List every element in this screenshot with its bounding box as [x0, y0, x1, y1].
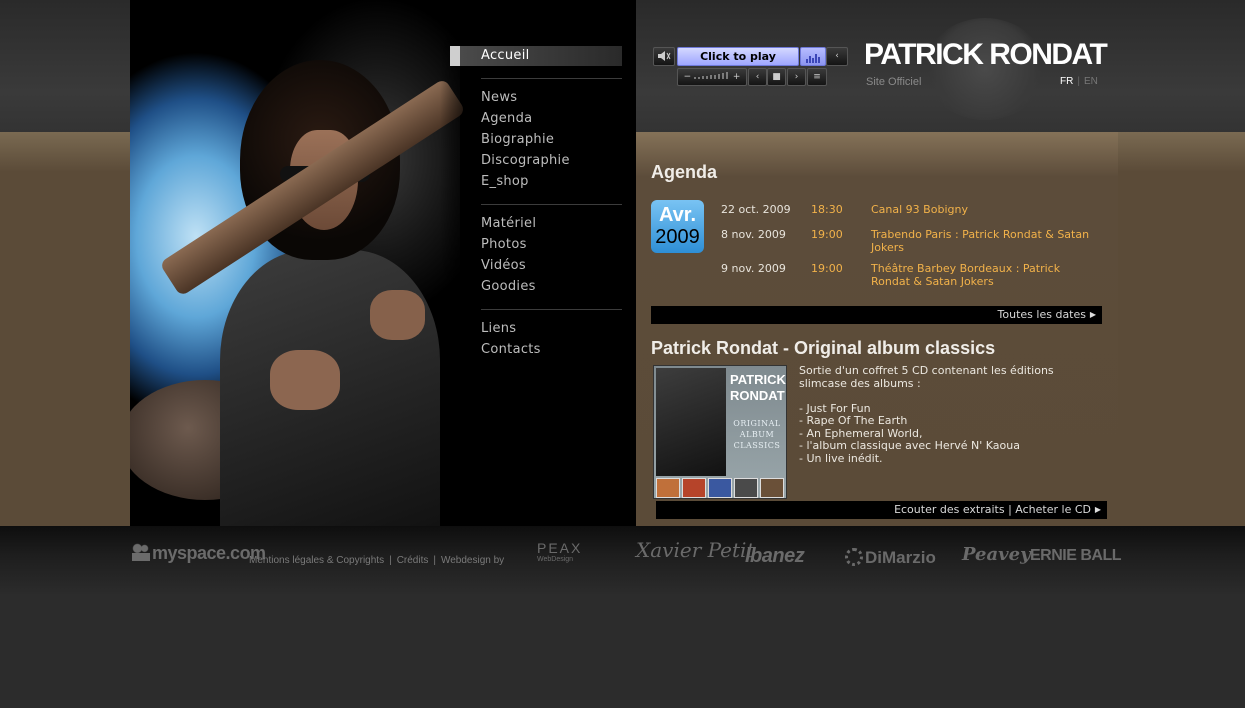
- artist-photo-panel: Accueil News Agenda Biographie Discograp…: [130, 0, 636, 526]
- event-date: 8 nov. 2009: [721, 228, 786, 241]
- volume-minus-icon: −: [683, 72, 692, 82]
- agenda-title: Agenda: [651, 162, 718, 182]
- arrow-right-icon: ▶: [1094, 505, 1101, 514]
- date-badge: Avr. 2009: [651, 200, 704, 253]
- event-location-link[interactable]: Canal 93 Bobigny: [871, 203, 1091, 216]
- nav-item-accueil[interactable]: Accueil: [450, 46, 622, 66]
- music-player: Click to play ‹ − + ‹ ■ › ≡: [653, 46, 848, 90]
- language-switcher: FR | EN: [1060, 76, 1098, 87]
- album-cover-subtitle: ORIGINAL ALBUM CLASSICS: [733, 419, 781, 450]
- date-badge-year: 2009: [655, 226, 700, 248]
- site-subtitle: Site Officiel: [866, 76, 922, 88]
- nav-item-liens[interactable]: Liens: [450, 318, 622, 339]
- nav-divider: [481, 204, 622, 205]
- arrow-right-icon: ▶: [1089, 310, 1096, 319]
- event-date: 22 oct. 2009: [721, 203, 791, 216]
- sponsor-ernie-ball[interactable]: ERNIE BALL: [1030, 547, 1122, 565]
- event-date: 9 nov. 2009: [721, 262, 786, 275]
- equalizer-button[interactable]: [800, 47, 826, 66]
- site-title: PATRICK RONDAT: [864, 38, 1108, 71]
- all-dates-label: Toutes les dates: [997, 308, 1086, 321]
- event-time: 19:00: [811, 262, 843, 275]
- volume-slider[interactable]: − +: [677, 68, 747, 86]
- playlist-button[interactable]: ≡: [807, 68, 827, 86]
- nav-item-materiel[interactable]: Matériel: [450, 213, 622, 234]
- volume-plus-icon: +: [732, 72, 741, 82]
- album-cover-thumbnails: [656, 478, 784, 498]
- event-time: 18:30: [811, 203, 843, 216]
- event-time: 19:00: [811, 228, 843, 241]
- webdesign-label: Webdesign by: [440, 555, 505, 566]
- stop-button[interactable]: ■: [767, 68, 786, 86]
- credits-link[interactable]: Crédits: [397, 555, 429, 566]
- sponsor-peavey[interactable]: Peavey: [962, 544, 1031, 565]
- nav-divider: [481, 309, 622, 310]
- footer-links: Mentions légales & Copyrights | Crédits | We…: [249, 555, 505, 566]
- nav-item-contacts[interactable]: Contacts: [450, 339, 622, 360]
- all-dates-button[interactable]: Toutes les dates ▶: [651, 306, 1102, 324]
- lang-en-link[interactable]: EN: [1084, 76, 1098, 87]
- dimarzio-gear-icon: [845, 548, 863, 566]
- sponsor-xavier-petit[interactable]: Xavier Petit: [636, 538, 754, 562]
- nav-item-photos[interactable]: Photos: [450, 234, 622, 255]
- album-description: Sortie d'un coffret 5 CD contenant les é…: [799, 364, 1054, 465]
- album-cover-image[interactable]: PATRICK RONDAT ORIGINAL ALBUM CLASSICS: [653, 365, 787, 499]
- nav-item-eshop[interactable]: E_shop: [450, 171, 622, 192]
- myspace-link[interactable]: myspace.com: [132, 543, 266, 564]
- nav-item-agenda[interactable]: Agenda: [450, 108, 622, 129]
- peax-logo-link[interactable]: PEAX WebDesign: [537, 540, 582, 563]
- mute-button[interactable]: [653, 47, 675, 66]
- next-track-button[interactable]: ›: [787, 68, 806, 86]
- play-button[interactable]: Click to play: [677, 47, 799, 66]
- album-cover-title: PATRICK RONDAT: [730, 372, 786, 403]
- artist-photo: [130, 0, 467, 526]
- nav-item-news[interactable]: News: [450, 87, 622, 108]
- date-badge-month: Avr.: [658, 204, 697, 226]
- nav-item-goodies[interactable]: Goodies: [450, 276, 622, 297]
- main-nav: Accueil News Agenda Biographie Discograp…: [450, 46, 622, 360]
- sponsor-dimarzio[interactable]: DiMarzio: [845, 548, 936, 568]
- speaker-icon: [658, 51, 671, 61]
- previous-track-button[interactable]: ‹: [748, 68, 767, 86]
- equalizer-icon: [806, 54, 820, 63]
- nav-item-videos[interactable]: Vidéos: [450, 255, 622, 276]
- sponsor-ibanez[interactable]: Ibanez: [745, 545, 805, 568]
- lang-fr-link[interactable]: FR: [1060, 76, 1073, 87]
- album-links-bar[interactable]: Ecouter des extraits | Acheter le CD ▶: [656, 501, 1107, 519]
- nav-divider: [481, 78, 622, 79]
- legal-link[interactable]: Mentions légales & Copyrights: [249, 555, 384, 566]
- collapse-player-button[interactable]: ‹: [826, 47, 848, 66]
- myspace-icon: [132, 543, 150, 561]
- nav-item-biographie[interactable]: Biographie: [450, 129, 622, 150]
- album-title: Patrick Rondat - Original album classics: [651, 338, 996, 358]
- album-links-label: Ecouter des extraits | Acheter le CD: [894, 503, 1091, 516]
- volume-level-icon: [694, 72, 728, 79]
- nav-item-discographie[interactable]: Discographie: [450, 150, 622, 171]
- event-location-link[interactable]: Trabendo Paris : Patrick Rondat & Satan …: [871, 228, 1091, 254]
- event-location-link[interactable]: Théâtre Barbey Bordeaux : Patrick Rondat…: [871, 262, 1091, 288]
